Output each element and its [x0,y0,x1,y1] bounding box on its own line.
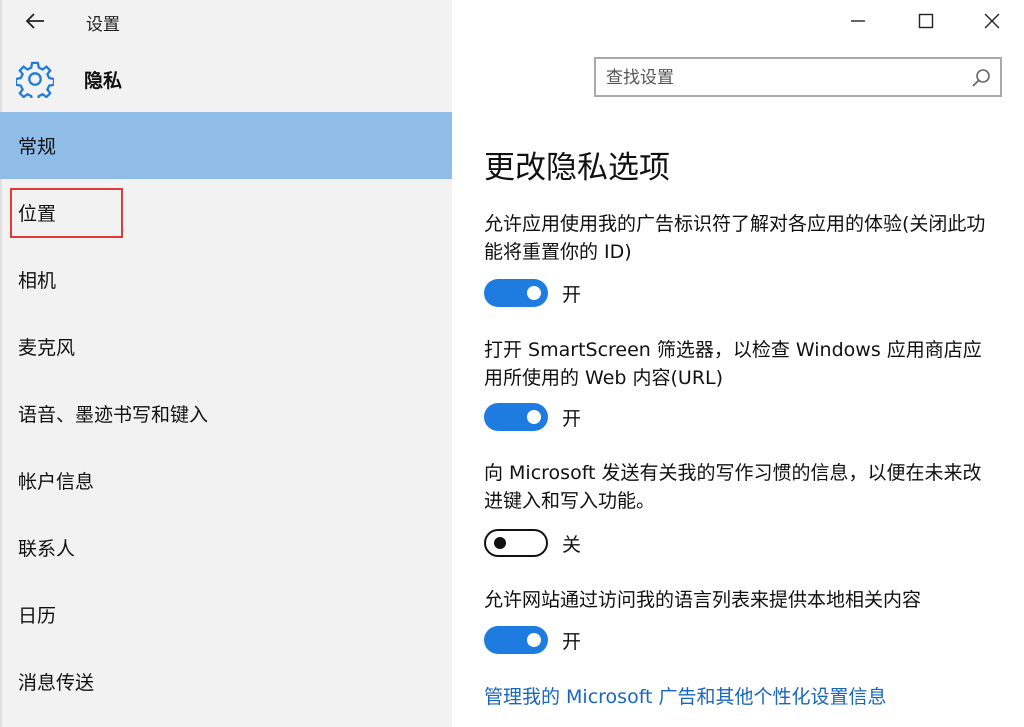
toggle-knob [527,410,541,424]
setting-language-list-text: 允许网站通过访问我的语言列表来提供本地相关内容 [484,589,922,611]
window-title: 设置 [86,15,120,35]
manage-ads-link[interactable]: 管理我的 Microsoft 广告和其他个性化设置信息 [484,682,887,709]
title-bar: 设置 [0,0,1024,44]
maximize-button[interactable] [906,6,946,36]
sidebar-item-label: 位置 [18,203,57,225]
sidebar-item-label: 相机 [18,270,57,292]
toggle-knob [527,633,541,647]
sidebar-item-label: 常规 [18,136,57,158]
gear-icon [16,61,54,98]
sidebar-item-label: 消息传送 [18,672,95,694]
search-input[interactable] [604,63,948,93]
sidebar-item-messaging[interactable]: 消息传送 [0,648,452,715]
page-header-title: 隐私 [84,70,123,92]
sidebar-item-camera[interactable]: 相机 [0,246,452,313]
sidebar-item-label: 帐户信息 [18,471,95,493]
setting-advertising-id-text: 允许应用使用我的广告标识符了解对各应用的体验(关闭此功能将重置你的 ID) [484,213,986,263]
smartscreen-toggle[interactable] [484,403,548,431]
advertising-id-toggle-state: 开 [562,284,582,306]
sidebar-item-microphone[interactable]: 麦克风 [0,313,452,380]
sidebar-item-general[interactable]: 常规 [0,112,452,179]
sidebar-item-calendar[interactable]: 日历 [0,581,452,648]
minimize-button[interactable] [838,6,878,36]
sidebar-item-label: 语音、墨迹书写和键入 [18,404,209,426]
toggle-knob [527,286,541,300]
minimize-icon [851,20,865,22]
smartscreen-toggle-state: 开 [562,408,582,430]
toggle-knob [494,537,506,549]
writing-habits-toggle-state: 关 [562,534,582,556]
writing-habits-toggle[interactable] [484,529,548,557]
language-list-toggle[interactable] [484,626,548,654]
sidebar-item-location[interactable]: 位置 [0,179,452,246]
sidebar-item-contacts[interactable]: 联系人 [0,514,452,581]
sidebar-item-label: 日历 [18,605,57,627]
section-title: 更改隐私选项 [484,150,670,186]
maximize-icon [918,13,934,29]
advertising-id-toggle[interactable] [484,279,548,307]
language-list-toggle-state: 开 [562,631,582,653]
setting-writing-habits-text: 向 Microsoft 发送有关我的写作习惯的信息，以便在未来改进键入和写入功能… [484,462,982,512]
sidebar-item-label: 联系人 [18,538,76,560]
back-arrow-icon [25,13,44,29]
setting-smartscreen-text: 打开 SmartScreen 筛选器，以检查 Windows 应用商店应用所使用… [484,339,982,389]
search-box[interactable] [594,57,1002,97]
sidebar-item-account-info[interactable]: 帐户信息 [0,447,452,514]
close-icon [984,13,1000,29]
sidebar-item-label: 麦克风 [18,337,76,359]
back-button[interactable] [18,6,52,36]
search-icon[interactable] [970,67,992,89]
close-button[interactable] [972,6,1012,36]
sidebar-item-speech-inking[interactable]: 语音、墨迹书写和键入 [0,380,452,447]
sidebar-nav: 常规 位置 相机 麦克风 语音、墨迹书写和键入 帐户信息 联系人 日历 消息传送 [0,112,452,715]
